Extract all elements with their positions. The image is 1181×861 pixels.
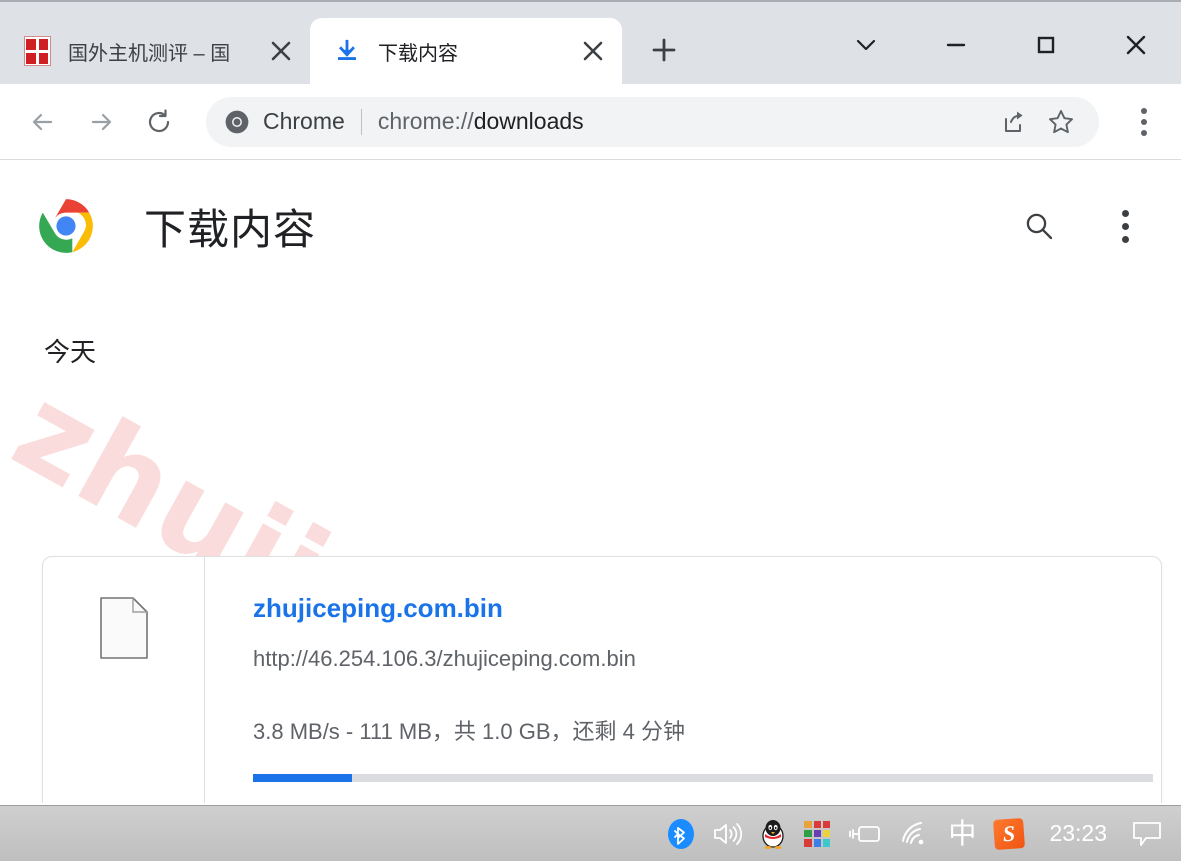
forward-arrow-icon[interactable] bbox=[76, 97, 126, 147]
download-progress-bar bbox=[253, 774, 1153, 782]
reload-icon[interactable] bbox=[134, 97, 184, 147]
tab-title: 下载内容 bbox=[378, 42, 458, 65]
ime-label: 中 bbox=[948, 817, 977, 849]
chevron-down-icon[interactable] bbox=[821, 4, 911, 86]
url-scheme: chrome:// bbox=[377, 108, 474, 134]
bluetooth-icon[interactable] bbox=[659, 806, 703, 861]
omnibox-brand-label: Chrome bbox=[263, 108, 345, 134]
color-grid-icon[interactable] bbox=[795, 806, 839, 861]
page-title: 下载内容 bbox=[144, 205, 317, 253]
screen: 国外主机测评 – 国 下载内容 Chrome chrome://download… bbox=[0, 0, 1181, 861]
tab-active-downloads[interactable]: 下载内容 bbox=[310, 18, 622, 84]
downloads-header: 下载内容 bbox=[0, 160, 1181, 270]
three-dot-menu-icon[interactable] bbox=[1119, 97, 1169, 147]
volume-icon[interactable] bbox=[703, 806, 751, 861]
download-details: zhujiceping.com.bin http://46.254.106.3/… bbox=[205, 557, 1161, 803]
qq-penguin-icon[interactable] bbox=[751, 806, 795, 861]
chrome-logo bbox=[38, 198, 94, 254]
share-icon[interactable] bbox=[991, 100, 1035, 144]
battery-charging-icon[interactable] bbox=[839, 806, 891, 861]
download-source-url: http://46.254.106.3/zhujiceping.com.bin bbox=[253, 646, 636, 671]
taskbar: 中 S 23:23 bbox=[0, 805, 1181, 861]
clock[interactable]: 23:23 bbox=[1033, 820, 1123, 847]
maximize-icon[interactable] bbox=[1001, 4, 1091, 86]
sogou-icon[interactable]: S bbox=[985, 806, 1033, 861]
browser-window: 国外主机测评 – 国 下载内容 Chrome chrome://download… bbox=[0, 0, 1181, 805]
ime-chinese-icon[interactable]: 中 bbox=[939, 806, 985, 861]
date-group-label: 今天 bbox=[44, 337, 97, 367]
omnibox-url: chrome://downloads bbox=[378, 108, 987, 135]
new-tab-button[interactable] bbox=[636, 22, 692, 78]
three-dot-menu-icon[interactable] bbox=[1099, 200, 1151, 252]
star-icon[interactable] bbox=[1039, 100, 1083, 144]
generic-file-icon bbox=[99, 597, 148, 664]
browser-toolbar: Chrome chrome://downloads bbox=[0, 84, 1181, 160]
close-icon[interactable] bbox=[1091, 4, 1181, 86]
chrome-product-icon bbox=[224, 109, 250, 135]
tab-title: 国外主机测评 – 国 bbox=[68, 42, 231, 65]
file-icon-column bbox=[43, 557, 205, 803]
download-arrow-icon bbox=[332, 36, 362, 66]
notification-icon[interactable] bbox=[1123, 806, 1171, 861]
downloads-page: zhujiceping.com 下载内容 bbox=[0, 160, 1181, 803]
window-controls bbox=[821, 4, 1181, 86]
sogou-label: S bbox=[993, 817, 1026, 850]
url-path: downloads bbox=[473, 108, 584, 134]
search-icon[interactable] bbox=[1013, 200, 1065, 252]
red-site-icon bbox=[22, 36, 52, 66]
address-bar[interactable]: Chrome chrome://downloads bbox=[206, 96, 1099, 147]
wifi-icon[interactable] bbox=[891, 806, 939, 861]
back-arrow-icon[interactable] bbox=[18, 97, 68, 147]
download-item-card: zhujiceping.com.bin http://46.254.106.3/… bbox=[42, 556, 1162, 803]
omnibox-separator bbox=[360, 108, 362, 135]
download-filename-link[interactable]: zhujiceping.com.bin bbox=[253, 593, 1161, 624]
close-icon[interactable] bbox=[266, 36, 296, 66]
tab-inactive-site[interactable]: 国外主机测评 – 国 bbox=[0, 18, 310, 84]
download-status-text: 3.8 MB/s - 111 MB，共 1.0 GB，还剩 4 分钟 bbox=[253, 719, 685, 744]
download-progress-fill bbox=[253, 774, 352, 782]
close-icon[interactable] bbox=[578, 36, 608, 66]
tab-strip: 国外主机测评 – 国 下载内容 bbox=[0, 0, 1181, 84]
minimize-icon[interactable] bbox=[911, 4, 1001, 86]
